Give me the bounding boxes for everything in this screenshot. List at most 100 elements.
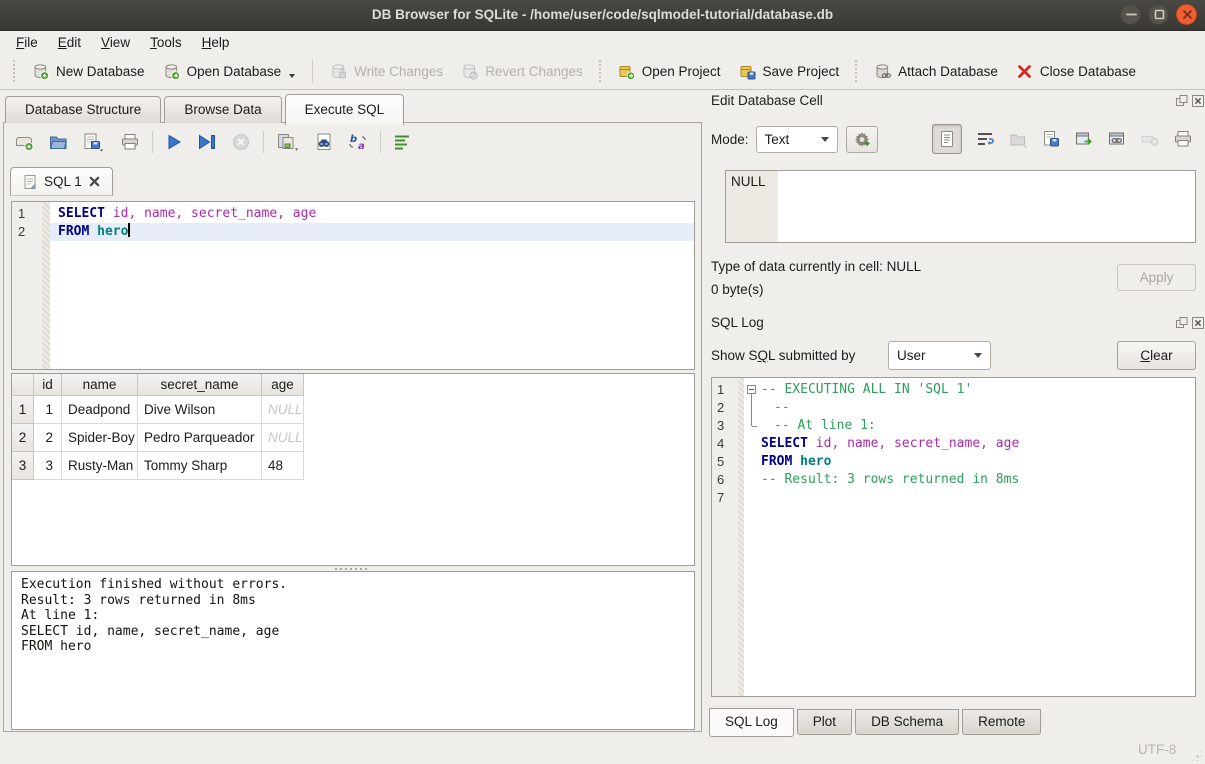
maximize-button[interactable] bbox=[1148, 4, 1169, 25]
menu-view[interactable]: View bbox=[91, 33, 140, 52]
editor-code-area[interactable]: SELECT id, name, secret_name, age FROM h… bbox=[50, 202, 694, 369]
attach-database-button[interactable]: Attach Database bbox=[865, 59, 1007, 84]
table-row: 1 1 Deadpond Dive Wilson NULL bbox=[12, 396, 694, 424]
column-header-name[interactable]: name bbox=[62, 374, 138, 396]
find-button[interactable] bbox=[314, 132, 334, 152]
revert-changes-label: Revert Changes bbox=[485, 64, 583, 79]
revert-changes-button: Revert Changes bbox=[452, 59, 592, 84]
message-line: SELECT id, name, secret_name, age bbox=[21, 624, 685, 640]
fold-guide-line bbox=[751, 394, 752, 426]
find-icon bbox=[314, 132, 334, 152]
sql-toolbar-separator bbox=[380, 131, 381, 153]
text-mode-button[interactable] bbox=[932, 124, 962, 154]
toolbar-drag-handle[interactable] bbox=[598, 59, 603, 83]
sql-log-view[interactable]: 12 34 56 7 -- EXECUTING ALL IN 'SQL 1' -… bbox=[711, 377, 1196, 697]
menu-tools[interactable]: Tools bbox=[140, 33, 192, 52]
cell-name[interactable]: Deadpond bbox=[62, 396, 138, 424]
menu-edit[interactable]: Edit bbox=[48, 33, 91, 52]
export-cell-data-button[interactable] bbox=[1041, 129, 1061, 149]
link-icon bbox=[1107, 129, 1127, 149]
open-file-icon bbox=[48, 132, 68, 152]
execution-message: Execution finished without errors. Resul… bbox=[11, 571, 695, 730]
print-sql-button[interactable] bbox=[120, 132, 140, 152]
close-dock-icon[interactable] bbox=[1192, 317, 1204, 329]
cell-id[interactable]: 3 bbox=[34, 452, 62, 480]
cell-age[interactable]: 48 bbox=[262, 452, 304, 480]
close-tab-icon[interactable] bbox=[89, 176, 100, 187]
menu-help[interactable]: Help bbox=[192, 33, 240, 52]
open-project-button[interactable]: Open Project bbox=[609, 59, 730, 84]
cell-secret-name[interactable]: Dive Wilson bbox=[138, 396, 262, 424]
clear-log-button[interactable]: Clear bbox=[1117, 341, 1196, 370]
open-database-dropdown-icon[interactable] bbox=[289, 74, 295, 78]
format-sql-button[interactable] bbox=[393, 133, 411, 151]
sql-file-tab[interactable]: SQL 1 bbox=[10, 167, 113, 196]
open-tab-list-icon bbox=[276, 132, 300, 152]
execute-icon bbox=[165, 133, 183, 151]
open-sql-file-button[interactable] bbox=[48, 132, 68, 152]
open-database-button[interactable]: Open Database bbox=[154, 59, 305, 84]
print-cell-button[interactable] bbox=[1173, 129, 1193, 149]
resize-grip-icon[interactable] bbox=[1190, 749, 1202, 761]
new-database-button[interactable]: New Database bbox=[23, 59, 154, 84]
menu-file[interactable]: File bbox=[6, 33, 48, 52]
cell-value-editor[interactable]: NULL bbox=[725, 170, 1196, 243]
auto-apply-button[interactable] bbox=[846, 126, 878, 153]
sql-document-icon bbox=[23, 174, 37, 190]
sql-log-filter-label: Show SQL submitted by bbox=[711, 341, 855, 371]
minimize-button[interactable] bbox=[1120, 4, 1141, 25]
cell-name[interactable]: Rusty-Man bbox=[62, 452, 138, 480]
save-sql-file-button[interactable] bbox=[82, 132, 106, 152]
titlebar: DB Browser for SQLite - /home/user/code/… bbox=[0, 0, 1205, 31]
sql-editor[interactable]: 1 2 SELECT id, name, secret_name, age FR… bbox=[11, 201, 695, 370]
close-database-button[interactable]: Close Database bbox=[1007, 59, 1145, 84]
tab-database-structure[interactable]: Database Structure bbox=[5, 96, 161, 123]
log-line: SELECT id, name, secret_name, age bbox=[744, 435, 1195, 453]
copy-link-button[interactable] bbox=[1107, 129, 1127, 149]
close-dock-icon[interactable] bbox=[1192, 95, 1204, 107]
word-wrap-button[interactable] bbox=[975, 129, 995, 149]
execute-current-line-button[interactable] bbox=[197, 133, 217, 151]
log-code-area: -- EXECUTING ALL IN 'SQL 1' -- -- At lin… bbox=[744, 378, 1195, 696]
cell-id[interactable]: 1 bbox=[34, 396, 62, 424]
row-header[interactable]: 1 bbox=[12, 396, 34, 424]
open-in-external-button[interactable] bbox=[1074, 129, 1094, 149]
fold-collapse-icon[interactable] bbox=[747, 385, 756, 394]
float-dock-icon[interactable] bbox=[1176, 317, 1188, 329]
cell-age[interactable]: NULL bbox=[262, 424, 304, 452]
sql-toolbar: b a bbox=[14, 131, 411, 153]
tab-execute-sql[interactable]: Execute SQL bbox=[285, 94, 405, 125]
execute-sql-button[interactable] bbox=[165, 133, 183, 151]
replace-button[interactable]: b a bbox=[348, 132, 368, 152]
grid-corner-cell[interactable] bbox=[12, 374, 34, 396]
dock-tab-remote[interactable]: Remote bbox=[962, 709, 1041, 735]
open-sql-in-tab-button[interactable] bbox=[276, 132, 300, 152]
toolbar-drag-handle[interactable] bbox=[12, 59, 17, 83]
save-project-button[interactable]: Save Project bbox=[730, 59, 849, 84]
sql-log-filter-select[interactable]: User bbox=[888, 341, 991, 370]
mode-select[interactable]: Text bbox=[756, 126, 838, 153]
row-header[interactable]: 2 bbox=[12, 424, 34, 452]
log-line: -- Result: 3 rows returned in 8ms bbox=[744, 471, 1195, 489]
tab-browse-data[interactable]: Browse Data bbox=[164, 96, 281, 123]
dock-tab-sql-log[interactable]: SQL Log bbox=[709, 708, 794, 737]
filter-value: User bbox=[897, 348, 926, 363]
new-sql-tab-button[interactable] bbox=[14, 132, 34, 152]
float-dock-icon[interactable] bbox=[1176, 95, 1188, 107]
dock-tab-plot[interactable]: Plot bbox=[797, 709, 852, 735]
cell-name[interactable]: Spider-Boy bbox=[62, 424, 138, 452]
close-button[interactable] bbox=[1176, 4, 1197, 25]
mode-value: Text bbox=[765, 132, 790, 147]
attach-database-label: Attach Database bbox=[898, 64, 998, 79]
line-number: 1 bbox=[18, 205, 42, 223]
cell-age[interactable]: NULL bbox=[262, 396, 304, 424]
toolbar-drag-handle[interactable] bbox=[854, 59, 859, 83]
column-header-age[interactable]: age bbox=[262, 374, 304, 396]
cell-secret-name[interactable]: Tommy Sharp bbox=[138, 452, 262, 480]
column-header-secret-name[interactable]: secret_name bbox=[138, 374, 262, 396]
cell-secret-name[interactable]: Pedro Parqueador bbox=[138, 424, 262, 452]
cell-id[interactable]: 2 bbox=[34, 424, 62, 452]
dock-tab-db-schema[interactable]: DB Schema bbox=[855, 709, 959, 735]
row-header[interactable]: 3 bbox=[12, 452, 34, 480]
column-header-id[interactable]: id bbox=[34, 374, 62, 396]
